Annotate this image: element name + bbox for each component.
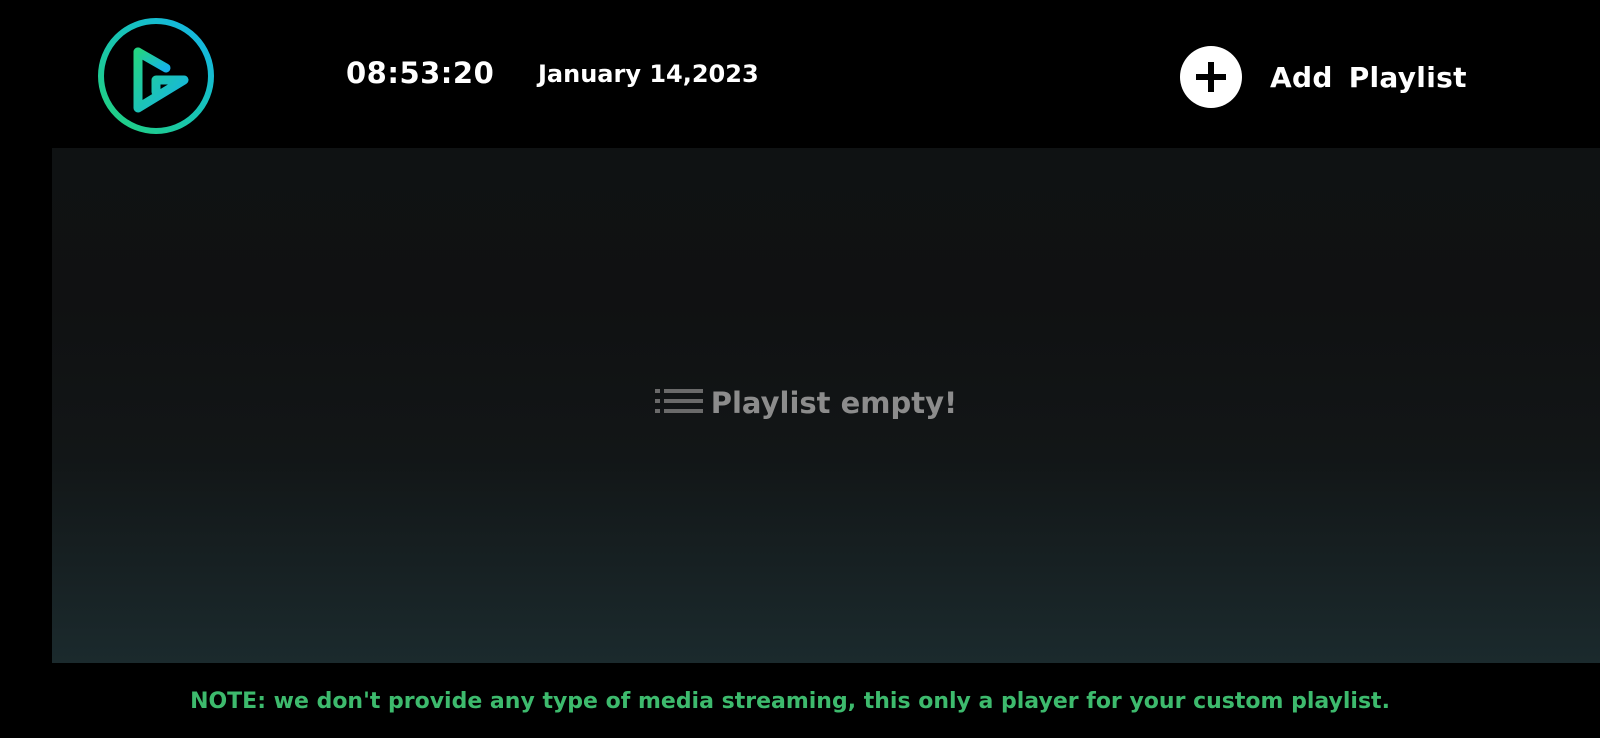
playlist-panel: Playlist empty!: [52, 148, 1600, 663]
empty-message: Playlist empty!: [710, 386, 958, 420]
empty-state: Playlist empty!: [52, 386, 1600, 420]
list-icon: [654, 387, 703, 419]
add-playlist-label: Add Playlist: [1270, 60, 1467, 94]
footer-note: NOTE: we don't provide any type of media…: [190, 689, 1390, 714]
header-bar: 08:53:20 January 14,2023 Add Playlist: [0, 0, 1600, 148]
clock-time: 08:53:20: [346, 56, 495, 90]
current-date: January 14,2023: [538, 60, 759, 88]
app-screen: 08:53:20 January 14,2023 Add Playlist Pl…: [0, 0, 1600, 738]
add-playlist-button[interactable]: Add Playlist: [1180, 46, 1467, 108]
play-logo-icon[interactable]: [96, 16, 216, 136]
plus-circle-icon[interactable]: [1180, 46, 1242, 108]
